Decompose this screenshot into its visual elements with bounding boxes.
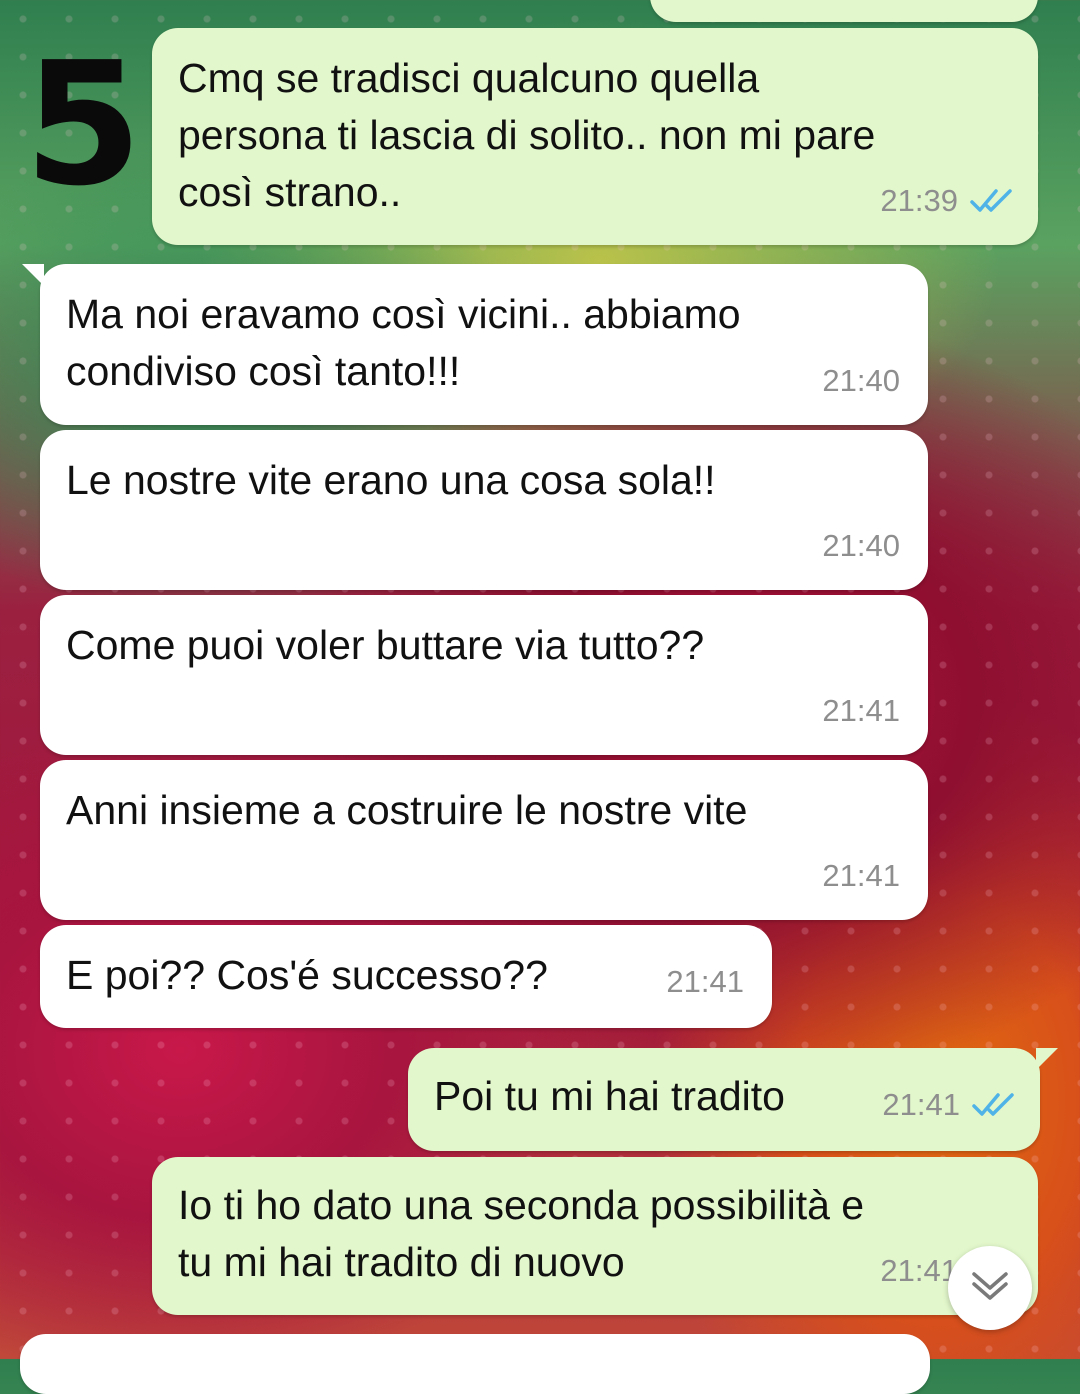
message-text: Come puoi voler buttare via tutto?? [66, 622, 705, 668]
partial-message-bottom[interactable] [20, 1334, 930, 1394]
message-text: Ma noi eravamo così vicini.. abbiamo con… [66, 291, 741, 394]
message-text: E poi?? Cos'é successo?? [66, 952, 548, 998]
bubble-tail [22, 264, 44, 286]
chevron-down-icon [970, 1268, 1010, 1309]
scroll-to-bottom-button[interactable] [948, 1246, 1032, 1330]
message-meta: 21:39 [880, 172, 1014, 229]
partial-message-top[interactable] [650, 0, 1038, 22]
message-bubble-incoming[interactable]: Come puoi voler buttare via tutto?? 21:4… [40, 595, 928, 755]
message-bubble-incoming[interactable]: E poi?? Cos'é successo?? 21:41 [40, 925, 772, 1028]
message-time: 21:41 [822, 693, 900, 728]
message-bubble-outgoing[interactable]: Poi tu mi hai tradito 21:41 [408, 1048, 1058, 1151]
message-meta: 21:41 [666, 953, 744, 1010]
message-bubble-outgoing[interactable]: Cmq se tradisci qualcuno quella persona … [152, 28, 1038, 245]
double-check-icon [972, 1091, 1016, 1119]
message-meta: 21:41 [822, 682, 900, 739]
annotation-numeral: 5 [24, 26, 143, 224]
message-time: 21:41 [882, 1087, 960, 1122]
bubble-tail [1036, 1048, 1058, 1070]
message-meta: 21:41 [822, 847, 900, 904]
message-meta: 21:41 [882, 1076, 1016, 1133]
message-time: 21:41 [822, 858, 900, 893]
message-meta: 21:40 [822, 352, 900, 409]
message-time: 21:40 [822, 363, 900, 398]
message-time: 21:40 [822, 528, 900, 563]
double-check-icon [970, 187, 1014, 215]
message-bubble-incoming[interactable]: Le nostre vite erano una cosa sola!! 21:… [40, 430, 928, 590]
message-time: 21:41 [666, 964, 744, 999]
message-bubble-incoming[interactable]: Anni insieme a costruire le nostre vite … [40, 760, 928, 920]
message-meta: 21:40 [822, 517, 900, 574]
message-time: 21:41 [880, 1253, 958, 1288]
message-bubble-incoming[interactable]: Ma noi eravamo così vicini.. abbiamo con… [22, 264, 928, 425]
message-time: 21:39 [880, 183, 958, 218]
message-text: Le nostre vite erano una cosa sola!! [66, 457, 716, 503]
message-text: Anni insieme a costruire le nostre vite [66, 787, 748, 833]
message-bubble-outgoing[interactable]: Io ti ho dato una seconda possibilità e … [152, 1157, 1038, 1315]
